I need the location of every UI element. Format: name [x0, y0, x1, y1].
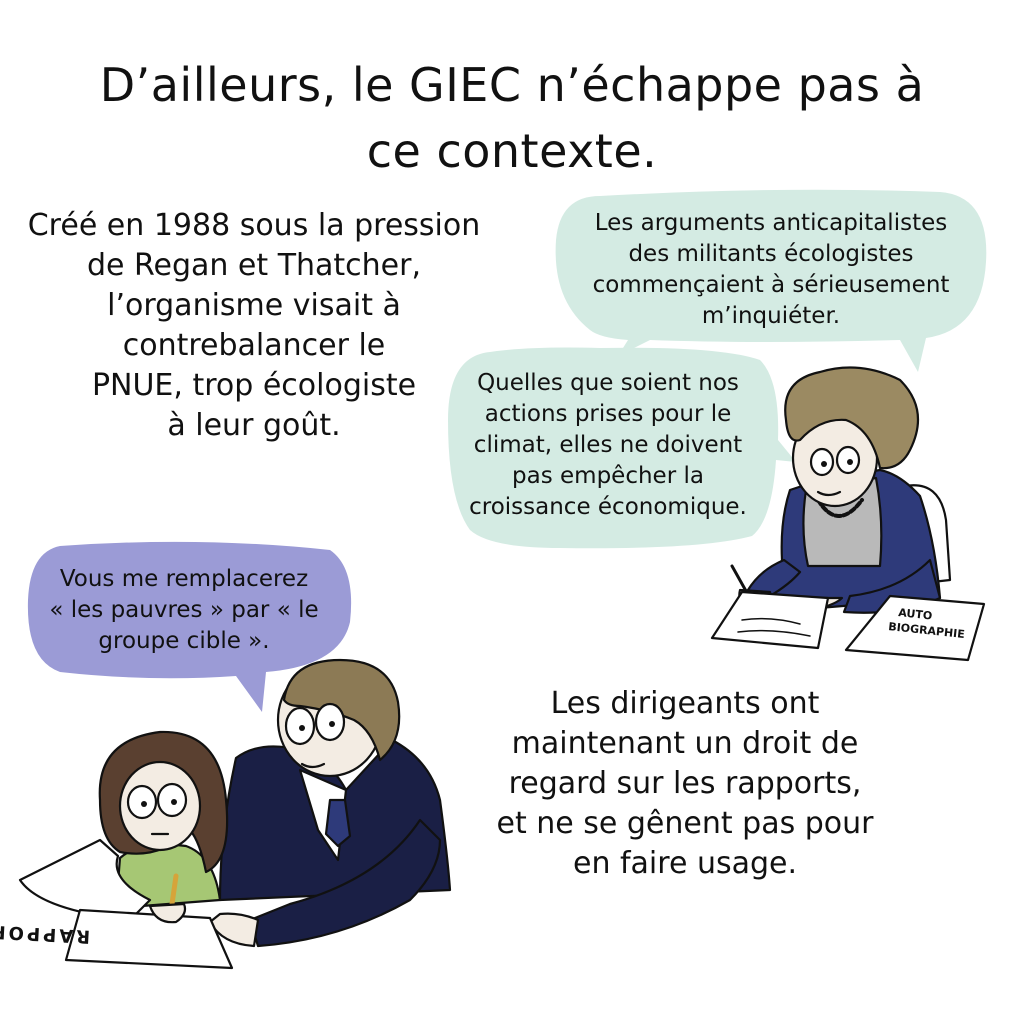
narration-top-line: contrebalancer le — [122, 328, 386, 363]
narration-bottom-line: en faire usage. — [572, 846, 798, 881]
narration-bottom-line: et ne se gênent pas pour — [496, 806, 874, 841]
bubble-line: climat, elles ne doivent — [473, 432, 743, 458]
man-tie — [324, 798, 352, 848]
bubble-line: Vous me remplacerez — [59, 566, 309, 592]
narration-top-line: Créé en 1988 sous la pression — [27, 208, 481, 243]
narration-top-line: de Regan et Thatcher, — [86, 248, 422, 283]
bubble-line: m’inquiéter. — [701, 303, 841, 329]
bubble-line: groupe cible ». — [98, 628, 270, 654]
narration-bottom-line: regard sur les rapports, — [508, 766, 862, 801]
narration-top-line: à leur goût. — [167, 408, 341, 443]
narration-bottom: Les dirigeants ont maintenant un droit d… — [470, 684, 900, 884]
bubble-line: des militants écologistes — [628, 241, 914, 267]
bubble-line: Quelles que soient nos — [477, 370, 739, 396]
page-title: D’ailleurs, le GIEC n’échappe pas à ce c… — [0, 52, 1024, 184]
bubble-line: croissance économique. — [469, 494, 747, 520]
title-line-1: D’ailleurs, le GIEC n’échappe pas à — [99, 58, 925, 112]
man-and-girl-figure — [18, 658, 452, 970]
narration-top: Créé en 1988 sous la pression de Regan e… — [14, 206, 494, 446]
bubble-thatcher-top-text: Les arguments anticapitalistes des milit… — [556, 208, 986, 332]
bubble-line: pas empêcher la — [512, 463, 704, 489]
narration-top-line: PNUE, trop écologiste — [91, 368, 417, 403]
narration-bottom-line: maintenant un droit de — [511, 726, 859, 761]
bubble-thatcher-bottom-text: Quelles que soient nos actions prises po… — [448, 368, 768, 523]
bubble-line: actions prises pour le — [484, 401, 732, 427]
title-line-2: ce contexte. — [366, 124, 658, 178]
bubble-man-text: Vous me remplacerez « les pauvres » par … — [28, 564, 340, 657]
bubble-line: « les pauvres » par « le — [49, 597, 319, 623]
bubble-line: Les arguments anticapitalistes — [594, 210, 948, 236]
narration-bottom-line: Les dirigeants ont — [550, 686, 820, 721]
bubble-line: commençaient à sérieusement — [592, 272, 950, 298]
narration-top-line: l’organisme visait à — [107, 288, 401, 323]
paper-writing — [710, 590, 830, 650]
